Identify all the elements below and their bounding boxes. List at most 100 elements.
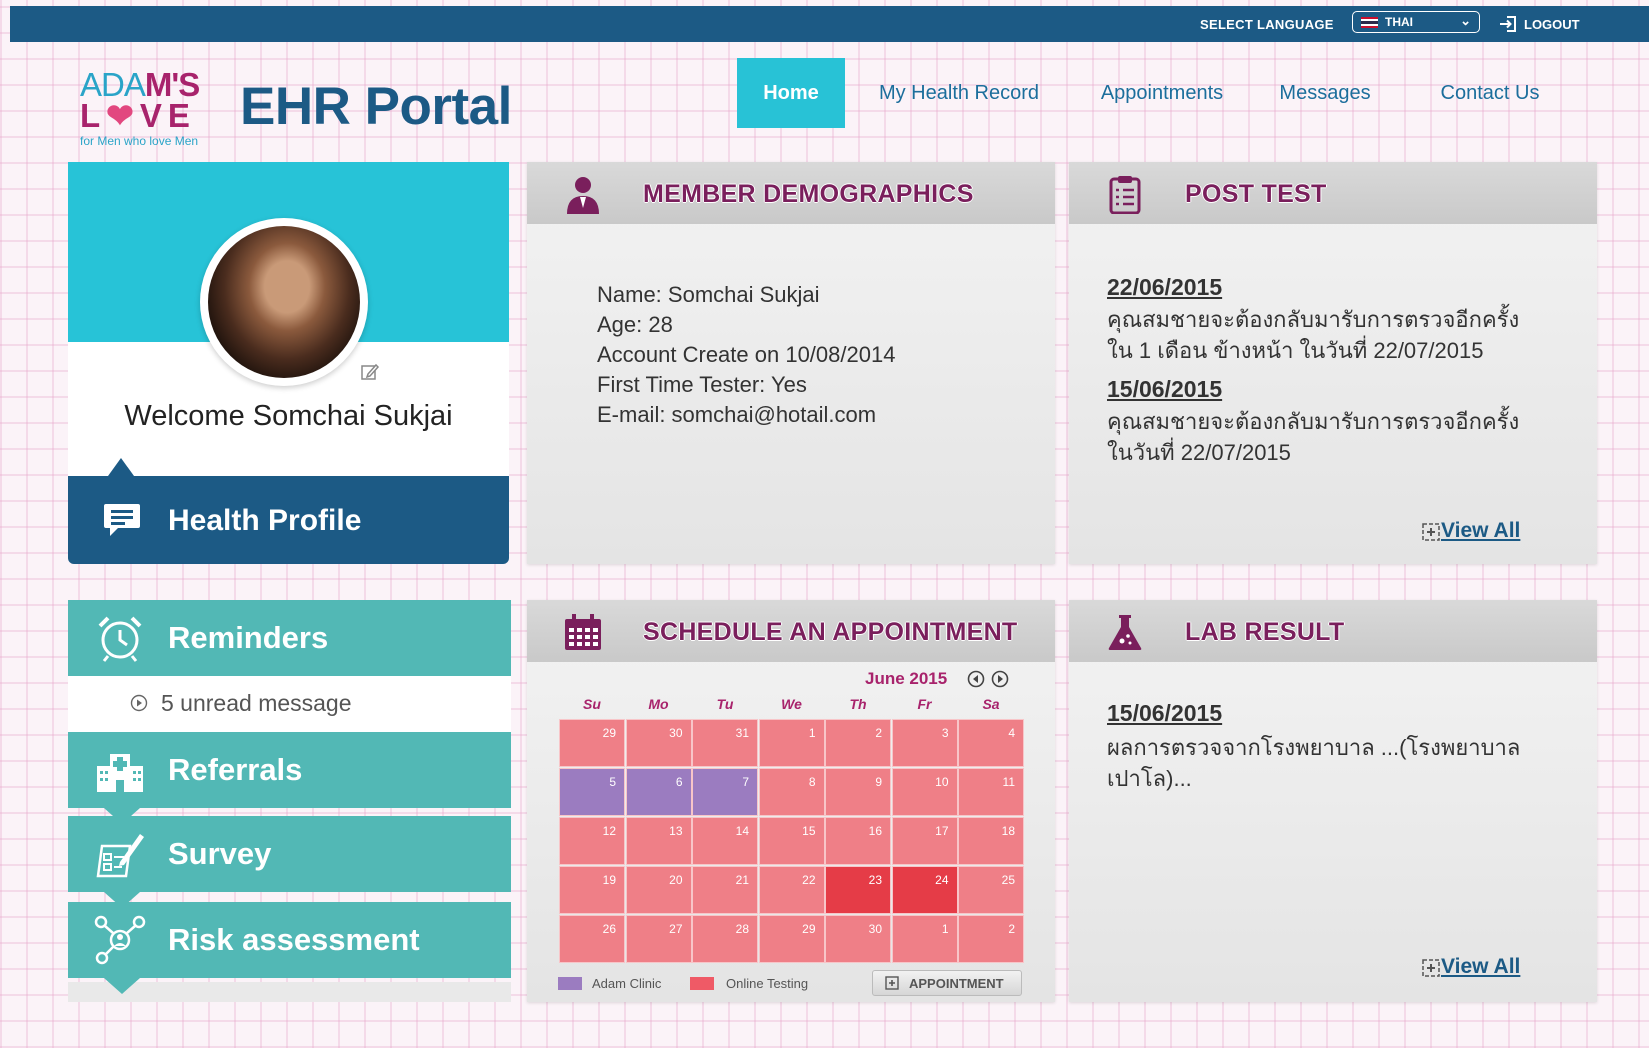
calendar-day[interactable]: 18: [958, 817, 1024, 865]
calendar-day[interactable]: 15: [758, 817, 825, 865]
adam-clinic-swatch: [558, 977, 582, 990]
logout-link[interactable]: LOGOUT: [1524, 17, 1580, 32]
lab-result-title: LAB RESULT: [1185, 618, 1345, 646]
lab-result-note: เปาโล)...: [1107, 766, 1192, 791]
calendar-day[interactable]: 27: [625, 915, 692, 963]
calendar-weekday-sa: Sa: [982, 696, 1000, 712]
appointment-button[interactable]: APPOINTMENT: [872, 970, 1022, 996]
calendar-day[interactable]: 1: [758, 719, 825, 767]
calendar-day[interactable]: 13: [625, 817, 692, 865]
online-testing-swatch: [690, 977, 714, 990]
nav-contact-us[interactable]: Contact Us: [1430, 58, 1550, 128]
calendar-day[interactable]: 12: [559, 817, 625, 865]
schedule-appointment-panel: SCHEDULE AN APPOINTMENT June 2015 Su Mo Tu…: [527, 600, 1055, 1002]
calendar-day[interactable]: 30: [825, 915, 891, 963]
clipboard-icon: [1109, 176, 1141, 214]
lab-result-panel: LAB RESULT 15/06/2015 ผลการตรวจจากโรงพยา…: [1069, 600, 1597, 1002]
referrals-button[interactable]: Referrals: [68, 732, 511, 808]
logout-icon[interactable]: [1498, 14, 1518, 34]
post-test-note: ใน 1 เดือน ข้างหน้า ในวันที่ 22/07/2015: [1107, 338, 1484, 363]
reminders-label: Reminders: [168, 620, 329, 655]
alarm-clock-icon: [98, 616, 142, 662]
calendar-day[interactable]: 14: [692, 817, 758, 865]
pointer-notch: [108, 458, 134, 476]
calendar-day[interactable]: 1: [891, 915, 958, 963]
survey-label: Survey: [168, 836, 272, 871]
risk-assessment-button[interactable]: Risk assessment: [68, 902, 511, 978]
nav-home[interactable]: Home: [737, 58, 845, 128]
calendar-weekday-mo: Mo: [648, 696, 669, 712]
calendar-day[interactable]: 29: [559, 719, 625, 767]
nav-my-health-record[interactable]: My Health Record: [868, 58, 1050, 128]
lab-result-view-all-link[interactable]: View All: [1441, 955, 1520, 979]
lab-result-date-link[interactable]: 15/06/2015: [1107, 700, 1222, 727]
nav-messages[interactable]: Messages: [1270, 58, 1380, 128]
thai-flag-icon: [1361, 17, 1378, 28]
calendar-weekday-su: Su: [583, 696, 601, 712]
lab-flask-icon: [1108, 615, 1142, 650]
expand-icon[interactable]: [1421, 958, 1441, 978]
reminders-button[interactable]: Reminders: [68, 600, 511, 676]
calendar-day[interactable]: 20: [625, 866, 692, 914]
calendar-month: June 2015: [865, 669, 948, 688]
portal-title: EHR Portal: [240, 77, 512, 136]
logo-tagline: for Men who love Men: [80, 134, 199, 148]
hospital-icon: [97, 754, 143, 792]
calendar-day[interactable]: 4: [958, 719, 1024, 767]
calendar-day[interactable]: 25: [958, 866, 1024, 914]
calendar-day[interactable]: 8: [758, 768, 825, 816]
calendar-day[interactable]: 30: [625, 719, 692, 767]
expand-icon[interactable]: [1421, 522, 1441, 542]
member-first-time-tester: First Time Tester: Yes: [597, 372, 807, 397]
calendar-weekday-we: We: [781, 696, 802, 712]
post-test-date-link[interactable]: 15/06/2015: [1107, 376, 1222, 403]
risk-assessment-label: Risk assessment: [168, 922, 420, 957]
calendar-day[interactable]: 23: [825, 866, 891, 914]
calendar-day[interactable]: 28: [692, 915, 758, 963]
adam-clinic-legend: Adam Clinic: [592, 976, 662, 991]
profile-photo: [208, 226, 360, 378]
calendar-day[interactable]: 11: [958, 768, 1024, 816]
post-test-panel: POST TEST 22/06/2015 คุณสมชายจะต้องกลับม…: [1069, 162, 1597, 564]
calendar-icon: [565, 614, 601, 650]
post-test-note: คุณสมชายจะต้องกลับมารับการตรวจอีกครั้ง: [1107, 307, 1520, 332]
post-test-view-all-link[interactable]: View All: [1441, 519, 1520, 543]
calendar-day[interactable]: 26: [559, 915, 625, 963]
unread-messages-link[interactable]: 5 unread message: [68, 676, 511, 732]
calendar-day[interactable]: 10: [891, 768, 958, 816]
risk-network-icon: [94, 915, 146, 965]
calendar-day[interactable]: 7: [692, 768, 758, 816]
top-bar: SELECT LANGUAGE THAI ⌄ LOGOUT: [10, 6, 1649, 42]
adams-love-logo[interactable]: ADAM'S L❤VE for Men who love Men: [78, 68, 228, 148]
plus-square-icon: [885, 976, 899, 990]
edit-icon[interactable]: [360, 362, 380, 382]
calendar-day[interactable]: 2: [958, 915, 1024, 963]
calendar-day[interactable]: 17: [891, 817, 958, 865]
next-month-icon[interactable]: [991, 670, 1009, 688]
post-test-title: POST TEST: [1185, 180, 1327, 208]
calendar-weekday-tu: Tu: [716, 696, 734, 712]
calendar-day[interactable]: 24: [891, 866, 958, 914]
calendar-day[interactable]: 31: [692, 719, 758, 767]
previous-month-icon[interactable]: [967, 670, 985, 688]
post-test-date-link[interactable]: 22/06/2015: [1107, 274, 1222, 301]
avatar[interactable]: [200, 218, 368, 386]
member-account-created: Account Create on 10/08/2014: [597, 342, 896, 367]
calendar-day[interactable]: 9: [825, 768, 891, 816]
calendar-day[interactable]: 19: [559, 866, 625, 914]
calendar-day[interactable]: 22: [758, 866, 825, 914]
calendar-day[interactable]: 6: [625, 768, 692, 816]
calendar-day[interactable]: 2: [825, 719, 891, 767]
post-test-note: คุณสมชายจะต้องกลับมารับการตรวจอีกครั้ง: [1107, 409, 1520, 434]
language-select[interactable]: THAI ⌄: [1352, 11, 1480, 33]
calendar-day[interactable]: 29: [758, 915, 825, 963]
calendar-weekday-th: Th: [849, 696, 867, 712]
nav-appointments[interactable]: Appointments: [1092, 58, 1232, 128]
survey-button[interactable]: Survey: [68, 816, 511, 892]
referrals-label: Referrals: [168, 752, 303, 787]
calendar-day[interactable]: 21: [692, 866, 758, 914]
calendar-day[interactable]: 5: [559, 768, 625, 816]
calendar-day[interactable]: 3: [891, 719, 958, 767]
calendar-day[interactable]: 16: [825, 817, 891, 865]
health-profile-button[interactable]: Health Profile: [68, 476, 509, 564]
